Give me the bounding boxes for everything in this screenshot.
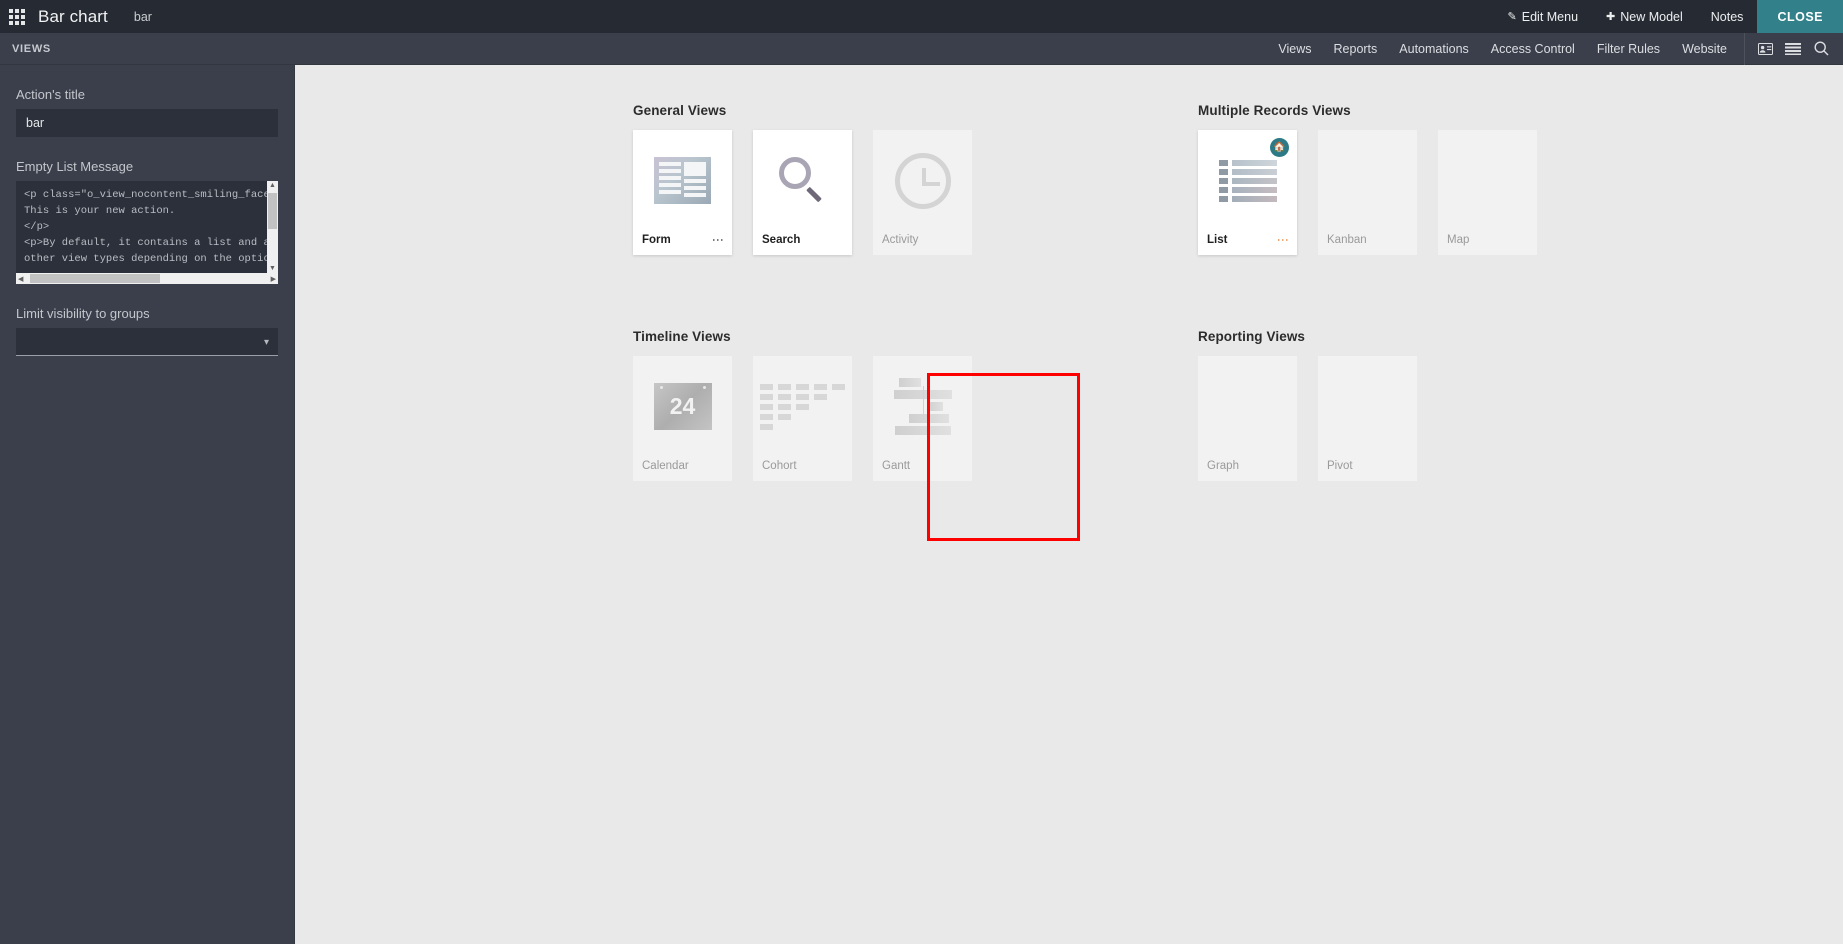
cohort-thumbnail-icon (753, 356, 852, 451)
view-card-label: Search (762, 234, 801, 246)
scroll-up-arrow[interactable]: ▲ (269, 181, 276, 190)
apps-grid-icon[interactable] (0, 0, 34, 33)
search-icon[interactable] (1807, 33, 1835, 65)
new-model-label: New Model (1620, 9, 1683, 24)
sub-bar: VIEWS Views Reports Automations Access C… (0, 32, 1843, 65)
home-icon: 🏠 (1270, 138, 1289, 157)
kebab-menu-icon[interactable]: ⋮ (1276, 234, 1290, 246)
subbar-item-filter-rules[interactable]: Filter Rules (1586, 33, 1671, 65)
pivot-thumbnail-placeholder (1318, 356, 1417, 451)
action-title-input[interactable] (16, 109, 278, 137)
horizontal-scroll-thumb[interactable] (30, 274, 160, 283)
pencil-icon: ✎ (1507, 11, 1517, 23)
calendar-thumbnail-icon: 24 (633, 356, 732, 451)
subbar-item-automations[interactable]: Automations (1388, 33, 1479, 65)
divider (1744, 32, 1745, 65)
view-card-label: Pivot (1327, 460, 1353, 472)
right-column: Multiple Records Views 🏠 List ⋮ Kanban M… (1198, 103, 1618, 481)
map-thumbnail-placeholder (1438, 130, 1537, 225)
view-card-label: Form (642, 234, 671, 246)
view-card-calendar[interactable]: 24 Calendar (633, 356, 732, 481)
scroll-right-arrow[interactable]: ▶ (269, 275, 278, 283)
subbar-item-website[interactable]: Website (1671, 33, 1738, 65)
section-general-views: General Views Form ⋮ Search Activity (633, 103, 1053, 255)
empty-list-message-editor[interactable]: <p class="o_view_nocontent_smiling_face"… (16, 181, 278, 284)
view-card-pivot[interactable]: Pivot (1318, 356, 1417, 481)
view-card-label: Calendar (642, 460, 689, 472)
vertical-scrollbar[interactable]: ▲ ▼ (267, 181, 278, 273)
view-card-graph[interactable]: Graph (1198, 356, 1297, 481)
view-card-kanban[interactable]: Kanban (1318, 130, 1417, 255)
edit-menu-label: Edit Menu (1521, 9, 1579, 24)
view-card-map[interactable]: Map (1438, 130, 1537, 255)
plus-icon: ✚ (1606, 11, 1616, 23)
new-model-button[interactable]: ✚ New Model (1592, 0, 1697, 33)
gantt-thumbnail-icon (873, 356, 972, 451)
section-title: General Views (633, 103, 727, 118)
views-section-label: VIEWS (12, 42, 51, 55)
view-card-label: Activity (882, 234, 919, 246)
view-card-label: Map (1447, 234, 1470, 246)
view-card-list[interactable]: 🏠 List ⋮ (1198, 130, 1297, 255)
notes-button[interactable]: Notes (1697, 0, 1758, 33)
views-grid: General Views Form ⋮ Search Activity Tim… (633, 103, 1618, 481)
top-bar: Bar chart bar ✎ Edit Menu ✚ New Model No… (0, 0, 1843, 33)
view-card-activity[interactable]: Activity (873, 130, 972, 255)
page-title: Bar chart (38, 6, 108, 26)
view-card-cohort[interactable]: Cohort (753, 356, 852, 481)
limit-visibility-select[interactable] (16, 328, 278, 356)
scroll-down-arrow[interactable]: ▼ (269, 264, 276, 273)
settings-sidebar: Action's title Empty List Message <p cla… (0, 65, 295, 944)
subbar-item-access-control[interactable]: Access Control (1480, 33, 1586, 65)
section-title: Reporting Views (1198, 329, 1306, 344)
section-multiple-records-views: Multiple Records Views 🏠 List ⋮ Kanban M… (1198, 103, 1618, 255)
kanban-thumbnail-placeholder (1318, 130, 1417, 225)
search-thumbnail-icon (753, 130, 852, 225)
view-card-search[interactable]: Search (753, 130, 852, 255)
section-reporting-views: Reporting Views Graph Pivot (1198, 329, 1618, 481)
form-thumbnail-icon (633, 130, 732, 225)
empty-list-message-text[interactable]: <p class="o_view_nocontent_smiling_face"… (16, 181, 269, 273)
scroll-left-arrow[interactable]: ◀ (16, 275, 25, 283)
limit-visibility-label: Limit visibility to groups (16, 306, 150, 321)
close-button[interactable]: CLOSE (1757, 0, 1843, 33)
graph-thumbnail-placeholder (1198, 356, 1297, 451)
section-timeline-views: Timeline Views 24 Calendar Cohort Gantt (633, 329, 1053, 481)
views-canvas: General Views Form ⋮ Search Activity Tim… (295, 65, 1843, 944)
horizontal-scrollbar[interactable]: ◀ ▶ (16, 273, 278, 284)
view-card-label: Graph (1207, 460, 1239, 472)
notes-label: Notes (1710, 9, 1744, 24)
view-card-label: List (1207, 234, 1228, 246)
breadcrumb[interactable]: bar (134, 10, 152, 24)
subbar-item-views[interactable]: Views (1267, 33, 1322, 65)
subbar-item-reports[interactable]: Reports (1323, 33, 1389, 65)
view-card-label: Cohort (762, 460, 797, 472)
left-column: General Views Form ⋮ Search Activity Tim… (633, 103, 1053, 481)
view-card-label: Gantt (882, 460, 911, 472)
topbar-actions: ✎ Edit Menu ✚ New Model Notes CLOSE (1494, 0, 1843, 33)
activity-clock-icon (873, 130, 972, 225)
empty-list-message-label: Empty List Message (16, 159, 134, 174)
view-card-gantt[interactable]: Gantt (873, 356, 972, 481)
action-title-label: Action's title (16, 87, 85, 102)
list-menu-icon[interactable] (1779, 33, 1807, 65)
edit-menu-button[interactable]: ✎ Edit Menu (1494, 0, 1593, 33)
contact-card-icon[interactable] (1751, 33, 1779, 65)
subbar-nav: Views Reports Automations Access Control… (1267, 32, 1843, 65)
vertical-scroll-thumb[interactable] (268, 193, 277, 229)
calendar-day-number: 24 (669, 393, 696, 419)
section-title: Timeline Views (633, 329, 731, 344)
view-card-label: Kanban (1327, 234, 1367, 246)
kebab-menu-icon[interactable]: ⋮ (711, 234, 725, 246)
view-card-form[interactable]: Form ⋮ (633, 130, 732, 255)
section-title: Multiple Records Views (1198, 103, 1351, 118)
